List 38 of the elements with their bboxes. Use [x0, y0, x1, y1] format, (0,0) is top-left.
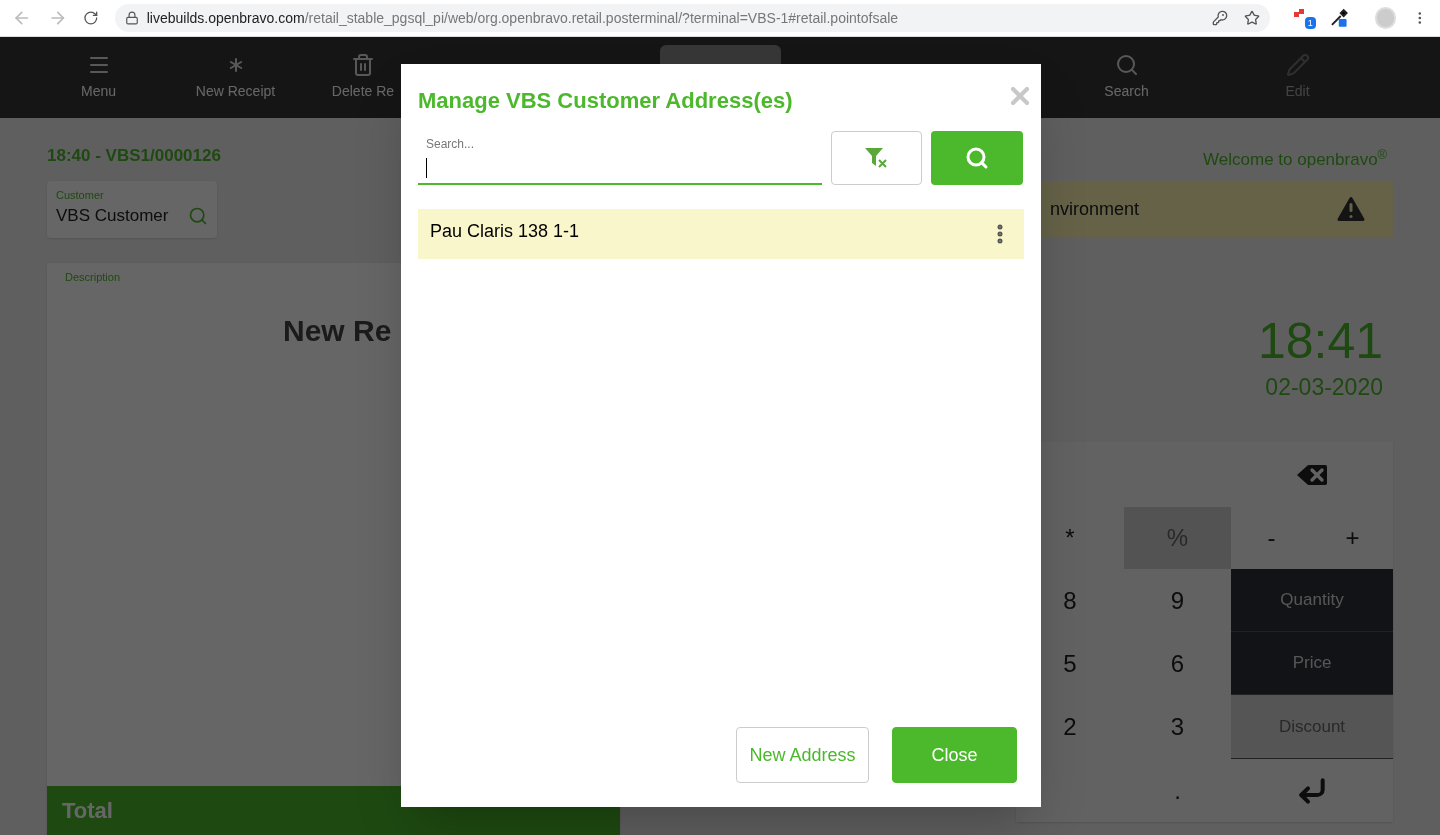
reload-icon[interactable] — [83, 10, 99, 26]
receipt-header: 18:40 - VBS1/0000126 — [47, 145, 221, 167]
welcome-text: Welcome to openbravo$^{®}$ — [1203, 147, 1387, 171]
scanner-tab[interactable] — [660, 45, 781, 65]
close-button[interactable]: Close — [892, 727, 1017, 783]
key-icon[interactable] — [1211, 10, 1228, 26]
clock-date: 02-03-2020 — [1265, 372, 1383, 402]
address-bar[interactable]: livebuilds.openbravo.com/retail_stable_pgsql_pi/web/org.openbravo.retail.posterminal/?terminal=VBS-1#retail.pointofsale — [114, 4, 1270, 32]
lock-icon — [124, 11, 139, 25]
mode-button[interactable]: Quantity — [1231, 569, 1393, 632]
toolbar-button[interactable]: Menu — [81, 81, 116, 102]
description-label: Description — [65, 269, 122, 285]
clear-filter-button[interactable] — [831, 131, 922, 185]
search-icon[interactable] — [188, 205, 208, 226]
search-button[interactable] — [931, 131, 1023, 185]
extension-badge: 1 — [1304, 17, 1316, 29]
customer-field[interactable]: Customer VBS Customer — [47, 180, 217, 238]
toolbar-button[interactable]: Delete Re — [331, 81, 395, 102]
pencil-icon — [1285, 53, 1310, 77]
search-icon — [1114, 53, 1139, 77]
dialog-title: Manage VBS Customer Address(es) — [418, 87, 793, 115]
address-text: Pau Claris 138 1-1 — [430, 219, 580, 243]
clock-time: 18:41 — [1257, 315, 1383, 366]
search-field[interactable]: Search... — [418, 131, 822, 185]
mode-button[interactable]: Price — [1231, 632, 1393, 695]
total-label: Total — [62, 797, 113, 825]
url-text: livebuilds.openbravo.com/retail_stable_pgsql_pi/web/org.openbravo.retail.posterminal/?terminal=VBS-1#retail.pointofsale — [146, 8, 899, 28]
trash-icon — [351, 53, 375, 77]
address-row[interactable]: Pau Claris 138 1-1 — [418, 209, 1024, 259]
toolbar-button[interactable]: New Receipt — [195, 81, 276, 102]
new-address-button[interactable]: New Address — [736, 727, 869, 783]
star-icon[interactable] — [1243, 10, 1260, 26]
toolbar-button[interactable]: Search — [1104, 81, 1149, 102]
eyedropper-icon[interactable] — [1329, 8, 1349, 28]
receipt-title: New Re — [283, 313, 393, 349]
filter-clear-icon — [863, 146, 890, 170]
extension-icon[interactable] — [1293, 8, 1305, 19]
search-icon — [965, 146, 989, 170]
